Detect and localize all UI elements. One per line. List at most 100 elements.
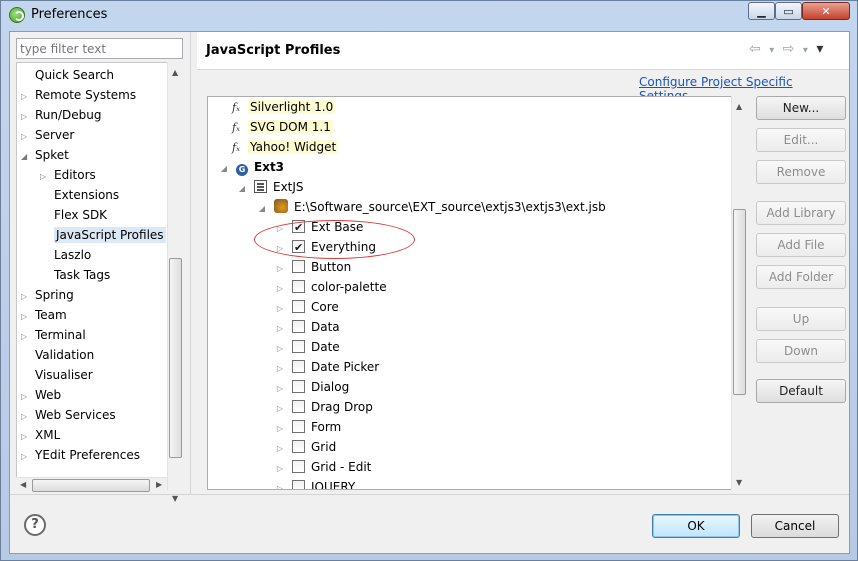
profile-tree-row-ext3[interactable]: ◢ G Ext3 <box>218 157 284 177</box>
maximize-button[interactable]: ▭ <box>775 2 802 20</box>
forward-dropdown-icon[interactable]: ▾ <box>803 45 810 56</box>
scroll-up-icon[interactable]: ▲ <box>172 68 178 77</box>
close-button[interactable]: ✕ <box>802 2 850 20</box>
minimize-button[interactable]: ▁ <box>748 2 775 20</box>
checkbox[interactable] <box>292 218 305 238</box>
preference-tree-item-editors[interactable]: ▷ Editors <box>40 165 96 185</box>
profile-tree-row-date[interactable]: ▷ Date <box>274 337 340 357</box>
edit-button[interactable]: Edit... <box>756 128 846 152</box>
profile-tree-row-color-palette[interactable]: ▷ color-palette <box>274 277 387 297</box>
profile-tree-row-everything[interactable]: ▷ Everything <box>274 237 376 259</box>
collapsed-arrow-icon[interactable]: ▷ <box>21 307 35 327</box>
default-button[interactable]: Default <box>756 379 846 403</box>
profile-tree-row-data[interactable]: ▷ Data <box>274 317 340 337</box>
profile-tree-row-drag-drop[interactable]: ▷ Drag Drop <box>274 397 373 417</box>
collapsed-arrow-icon[interactable]: ▷ <box>274 479 286 489</box>
preference-tree-item-web[interactable]: ▷ Web <box>21 385 61 405</box>
add-folder-button[interactable]: Add Folder <box>756 265 846 289</box>
collapsed-arrow-icon[interactable]: ▷ <box>21 327 35 347</box>
forward-arrow-icon[interactable]: ⇨ <box>783 41 797 57</box>
collapsed-arrow-icon[interactable]: ▷ <box>21 287 35 307</box>
profiles-tree[interactable]: fₓ Silverlight 1.0 fₓ SVG DOM 1.1 fₓ Yahoo! W… <box>207 96 746 490</box>
collapsed-arrow-icon[interactable]: ▷ <box>274 319 286 339</box>
ok-button[interactable]: OK <box>652 514 740 538</box>
preference-tree-item-spring[interactable]: ▷ Spring <box>21 285 74 305</box>
checkbox[interactable] <box>292 280 305 293</box>
collapsed-arrow-icon[interactable]: ▷ <box>21 427 35 447</box>
add-library-button[interactable]: Add Library <box>756 201 846 225</box>
add-file-button[interactable]: Add File <box>756 233 846 257</box>
preference-tree-item-visualiser[interactable]: Visualiser <box>21 365 93 385</box>
preference-tree-item-validation[interactable]: Validation <box>21 345 94 365</box>
preference-tree-item-terminal[interactable]: ▷ Terminal <box>21 325 86 345</box>
collapsed-arrow-icon[interactable]: ▷ <box>274 359 286 379</box>
preference-tree-item-quick-search[interactable]: Quick Search <box>21 65 114 85</box>
preference-tree-item-extensions[interactable]: Extensions <box>40 185 119 205</box>
scroll-up-icon[interactable]: ▲ <box>736 102 742 111</box>
new-button[interactable]: New... <box>756 96 846 120</box>
collapsed-arrow-icon[interactable]: ▷ <box>274 239 286 259</box>
checkbox[interactable] <box>292 238 305 258</box>
expanded-arrow-icon[interactable]: ◢ <box>256 199 268 219</box>
down-button[interactable]: Down <box>756 339 846 363</box>
back-dropdown-icon[interactable]: ▾ <box>769 45 776 56</box>
checkbox[interactable] <box>292 420 305 433</box>
checkbox[interactable] <box>292 440 305 453</box>
scroll-right-icon[interactable]: ▶ <box>156 480 162 489</box>
collapsed-arrow-icon[interactable]: ▷ <box>21 447 35 467</box>
view-menu-icon[interactable]: ▾ <box>816 41 825 57</box>
preference-tree-vscroll[interactable]: ▲ ▼ <box>167 62 183 503</box>
collapsed-arrow-icon[interactable]: ▷ <box>274 459 286 479</box>
profile-tree-row-ext-base[interactable]: ▷ Ext Base <box>274 217 364 239</box>
collapsed-arrow-icon[interactable]: ▷ <box>274 259 286 279</box>
profile-tree-row-jquery[interactable]: ▷ JQUERY <box>274 477 355 489</box>
profile-tree-row-form[interactable]: ▷ Form <box>274 417 341 437</box>
profiles-tree-vscroll[interactable]: ▲ ▼ <box>731 96 747 490</box>
panel-divider[interactable] <box>190 32 191 494</box>
profile-tree-row-core[interactable]: ▷ Core <box>274 297 339 317</box>
profile-tree-row-silverlight-1-0[interactable]: fₓ Silverlight 1.0 <box>232 97 336 117</box>
remove-button[interactable]: Remove <box>756 160 846 184</box>
checkbox[interactable] <box>292 300 305 313</box>
preference-tree[interactable]: Quick Search ▷ Remote Systems ▷ Run/Debug ▷ Se… <box>16 62 183 490</box>
preference-tree-item-web-services[interactable]: ▷ Web Services <box>21 405 116 425</box>
scroll-left-icon[interactable]: ◀ <box>20 480 26 489</box>
collapsed-arrow-icon[interactable]: ▷ <box>274 419 286 439</box>
profile-tree-row-grid-edit[interactable]: ▷ Grid - Edit <box>274 457 371 477</box>
collapsed-arrow-icon[interactable]: ▷ <box>274 379 286 399</box>
profile-tree-row-extjs[interactable]: ◢ ExtJS <box>236 177 304 197</box>
preference-tree-item-flex-sdk[interactable]: Flex SDK <box>40 205 107 225</box>
profile-tree-row-grid[interactable]: ▷ Grid <box>274 437 336 457</box>
collapsed-arrow-icon[interactable]: ▷ <box>274 439 286 459</box>
checkbox[interactable] <box>292 320 305 333</box>
collapsed-arrow-icon[interactable]: ▷ <box>274 299 286 319</box>
preference-tree-item-spket[interactable]: ◢ Spket <box>21 145 69 165</box>
profile-tree-row-button[interactable]: ▷ Button <box>274 257 351 277</box>
checkbox[interactable] <box>292 380 305 393</box>
scroll-down-icon[interactable]: ▼ <box>736 478 742 487</box>
expanded-arrow-icon[interactable]: ◢ <box>21 147 35 167</box>
collapsed-arrow-icon[interactable]: ▷ <box>21 127 35 147</box>
checkbox[interactable] <box>292 400 305 413</box>
profile-tree-row-svg-dom-1-1[interactable]: fₓ SVG DOM 1.1 <box>232 117 333 137</box>
checkbox[interactable] <box>292 360 305 373</box>
checkbox[interactable] <box>292 260 305 273</box>
up-button[interactable]: Up <box>756 307 846 331</box>
profile-tree-row-date-picker[interactable]: ▷ Date Picker <box>274 357 379 377</box>
preference-tree-item-server[interactable]: ▷ Server <box>21 125 74 145</box>
scroll-down-icon[interactable]: ▼ <box>172 494 178 503</box>
collapsed-arrow-icon[interactable]: ▷ <box>274 219 286 239</box>
scroll-thumb[interactable] <box>169 258 182 458</box>
preference-tree-hscroll[interactable]: ◀ ▶ <box>16 477 167 493</box>
back-arrow-icon[interactable]: ⇦ <box>749 41 763 57</box>
preference-tree-item-xml[interactable]: ▷ XML <box>21 425 60 445</box>
checkbox[interactable] <box>292 480 305 489</box>
collapsed-arrow-icon[interactable]: ▷ <box>21 387 35 407</box>
profile-tree-row-dialog[interactable]: ▷ Dialog <box>274 377 349 397</box>
checkbox[interactable] <box>292 460 305 473</box>
profile-tree-row-yahoo-widget[interactable]: fₓ Yahoo! Widget <box>232 137 339 157</box>
collapsed-arrow-icon[interactable]: ▷ <box>21 407 35 427</box>
expanded-arrow-icon[interactable]: ◢ <box>236 179 248 199</box>
collapsed-arrow-icon[interactable]: ▷ <box>21 107 35 127</box>
expanded-arrow-icon[interactable]: ◢ <box>218 159 230 179</box>
